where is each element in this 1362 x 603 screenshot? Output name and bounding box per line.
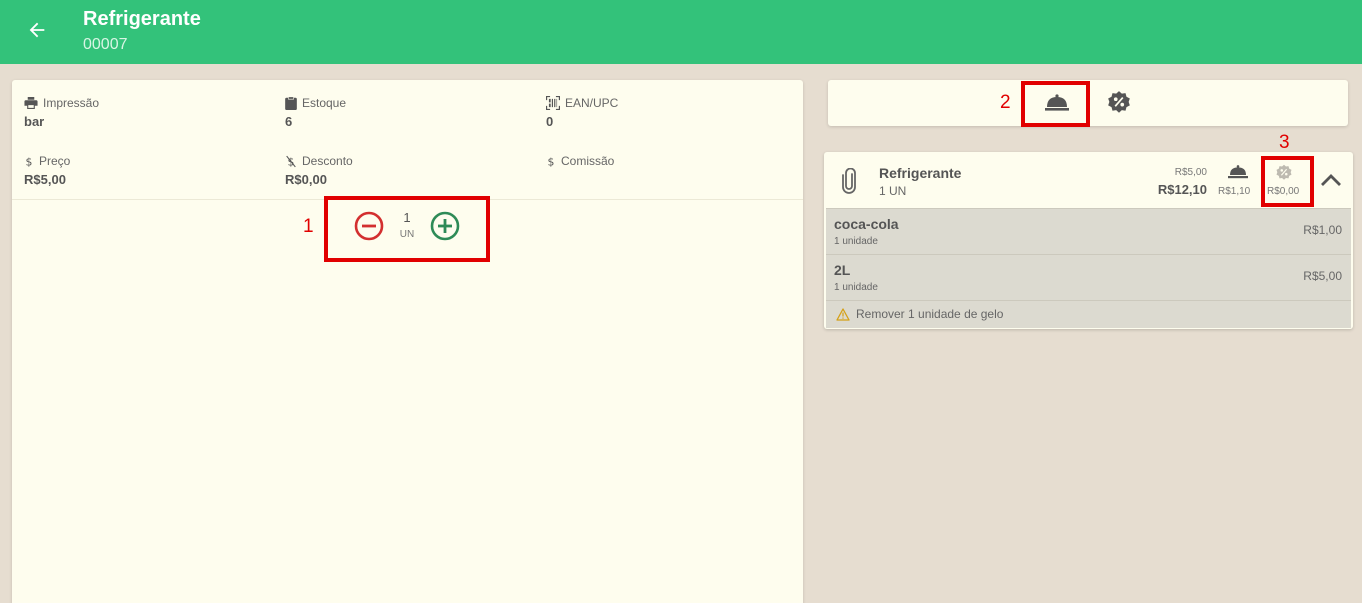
addon-row: coca-cola 1 unidade R$1,00 — [826, 208, 1351, 254]
addon-price: R$5,00 — [1303, 269, 1342, 283]
annotation-label-2: 2 — [1000, 92, 1011, 113]
info-preco: $ Preço R$5,00 — [24, 153, 70, 187]
info-ean-label: EAN/UPC — [565, 96, 619, 110]
note-row: Remover 1 unidade de gelo — [826, 300, 1351, 328]
order-item-name: Refrigerante — [879, 165, 962, 181]
info-comissao-label: Comissão — [561, 154, 615, 168]
clipboard-icon — [285, 97, 297, 110]
info-impressao-value: bar — [24, 114, 45, 129]
paperclip-icon — [842, 168, 856, 194]
info-estoque: Estoque 6 — [285, 95, 346, 129]
warning-icon — [836, 308, 850, 321]
svg-text:$: $ — [26, 155, 33, 168]
svg-text:$: $ — [548, 155, 555, 168]
printer-icon — [24, 97, 38, 109]
annotation-box-2 — [1021, 81, 1090, 127]
info-impressao-label: Impressão — [43, 96, 100, 110]
dollar-icon: $ — [548, 155, 555, 168]
product-code: 00007 — [83, 36, 128, 53]
product-details-card: Impressão bar Estoque 6 EAN/UPC 0 $ Preç… — [12, 80, 803, 603]
annotation-label-1: 1 — [303, 216, 314, 237]
addon-name: coca-cola — [834, 216, 899, 232]
info-impressao: Impressão bar — [24, 95, 99, 129]
service-bell-icon[interactable] — [1227, 164, 1249, 180]
info-comissao: $ Comissão — [546, 153, 615, 172]
info-estoque-value: 6 — [285, 114, 293, 129]
barcode-scan-icon — [546, 96, 560, 110]
order-item-total: R$12,10 — [1157, 182, 1207, 197]
order-item-unit-price: R$5,00 — [1174, 167, 1207, 178]
info-ean-value: 0 — [546, 114, 554, 129]
addon-name: 2L — [834, 262, 851, 278]
info-preco-label: Preço — [39, 154, 71, 168]
addon-quantity: 1 unidade — [834, 282, 878, 293]
discount-badge-icon — [1108, 91, 1130, 113]
order-item-note: Remover 1 unidade de gelo — [856, 307, 1004, 321]
annotation-box-1 — [324, 196, 490, 262]
info-preco-value: R$5,00 — [24, 172, 66, 187]
addon-row: 2L 1 unidade R$5,00 — [826, 254, 1351, 300]
order-item-service-value: R$1,10 — [1218, 186, 1251, 197]
order-item-quantity: 1 UN — [879, 184, 907, 198]
info-ean: EAN/UPC 0 — [546, 95, 618, 129]
dollar-off-icon: $ — [286, 155, 296, 168]
info-desconto-label: Desconto — [302, 154, 353, 168]
info-desconto: $ Desconto R$0,00 — [285, 153, 353, 187]
addon-quantity: 1 unidade — [834, 236, 878, 247]
info-estoque-label: Estoque — [302, 96, 347, 110]
dollar-icon: $ — [26, 155, 33, 168]
chevron-up-icon — [1321, 174, 1341, 186]
page-title: Refrigerante — [83, 8, 201, 30]
annotation-box-3 — [1261, 156, 1314, 207]
annotation-label-3: 3 — [1279, 132, 1290, 153]
app-bar: Refrigerante 00007 — [0, 0, 1362, 64]
discount-button[interactable] — [1103, 88, 1135, 118]
info-desconto-value: R$0,00 — [285, 172, 327, 187]
collapse-button[interactable] — [1318, 170, 1344, 190]
back-button[interactable] — [20, 14, 54, 46]
addon-price: R$1,00 — [1303, 223, 1342, 237]
arrow-left-icon — [29, 22, 45, 38]
